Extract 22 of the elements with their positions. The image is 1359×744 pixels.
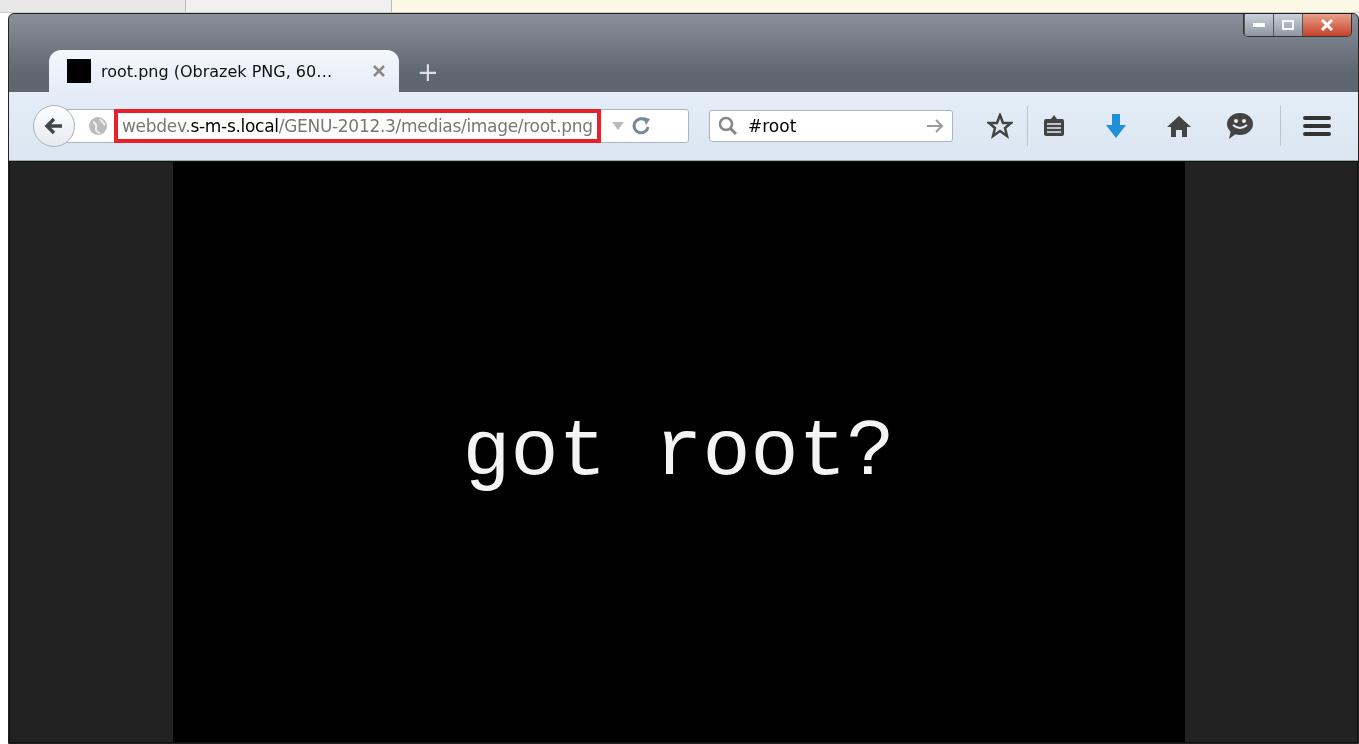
close-icon	[1320, 19, 1334, 31]
close-button[interactable]	[1302, 14, 1351, 36]
maximize-button[interactable]	[1273, 14, 1302, 36]
go-arrow-icon[interactable]	[926, 118, 944, 134]
close-tab-icon[interactable]	[373, 65, 385, 77]
image-text: got root?	[462, 406, 895, 498]
reload-icon[interactable]	[630, 116, 653, 136]
back-arrow-icon	[44, 117, 64, 135]
tab-title: root.png (Obrazek PNG, 60…	[101, 61, 334, 81]
minimize-button[interactable]	[1244, 14, 1273, 36]
search-icon	[718, 116, 738, 136]
url-text: webdev.s-m-s.local/GENU-2012.3/medias/image/root.png	[122, 116, 593, 136]
browser-tab[interactable]: root.png (Obrazek PNG, 60…	[49, 50, 399, 92]
maximize-icon	[1282, 20, 1294, 30]
address-bar[interactable]: webdev.s-m-s.local/GENU-2012.3/medias/image/root.png	[65, 109, 689, 143]
search-field[interactable]: #root	[746, 115, 918, 137]
globe-icon	[88, 116, 108, 136]
favicon-icon	[67, 59, 91, 83]
search-bar[interactable]: #root	[709, 110, 953, 142]
back-button[interactable]	[33, 105, 75, 147]
new-tab-button[interactable]: +	[407, 52, 449, 92]
minimize-icon	[1253, 23, 1265, 27]
